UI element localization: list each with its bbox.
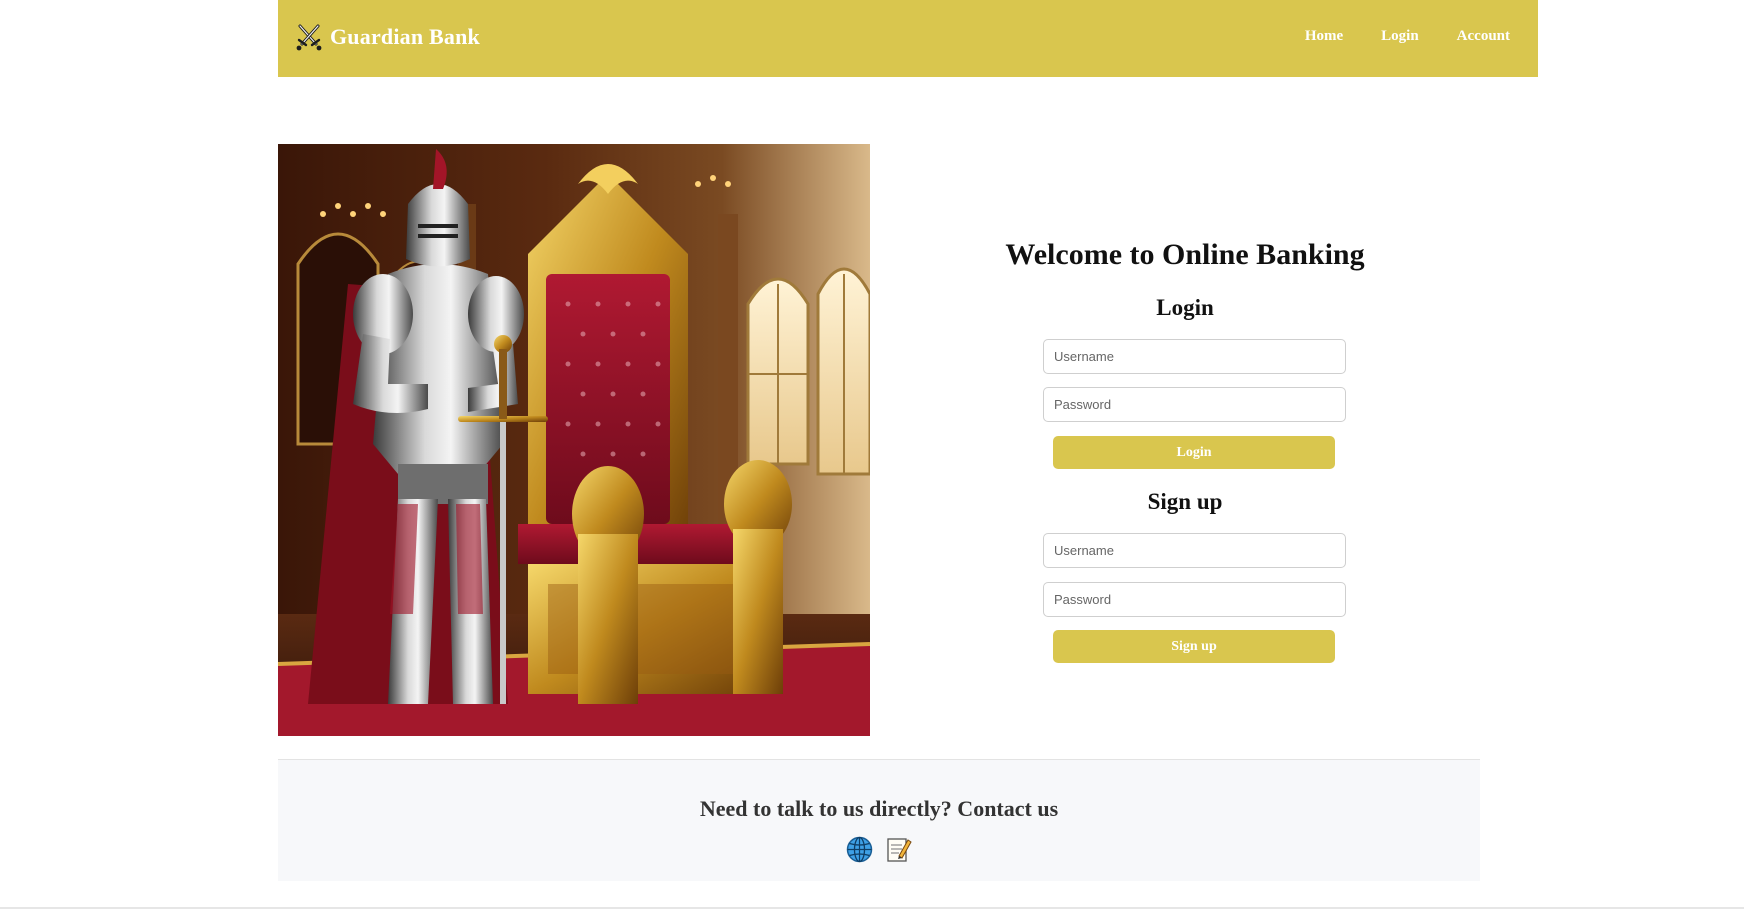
memo-icon[interactable] [885,836,912,863]
signup-password-input[interactable] [1043,582,1346,617]
globe-icon[interactable] [846,836,873,863]
contact-footer: Need to talk to us directly? Contact us [278,759,1480,881]
nav-login-link[interactable]: Login [1381,28,1419,45]
signup-button[interactable]: Sign up [1053,630,1335,663]
main-nav: Home Login Account [1305,28,1510,45]
contact-icons [278,836,1480,863]
login-username-input[interactable] [1043,339,1346,374]
signup-heading: Sign up [1147,489,1223,514]
crossed-swords-icon [294,22,324,52]
nav-home-link[interactable]: Home [1305,28,1343,45]
login-heading: Login [1156,295,1214,320]
login-password-input[interactable] [1043,387,1346,422]
hero-image [278,144,870,736]
contact-title: Need to talk to us directly? Contact us [699,796,1059,821]
top-navbar: Guardian Bank Home Login Account [278,0,1538,77]
page-bottom-divider [0,907,1744,909]
page-title: Welcome to Online Banking [1005,238,1365,271]
signup-username-input[interactable] [1043,533,1346,568]
nav-account-link[interactable]: Account [1457,28,1510,45]
brand-name: Guardian Bank [330,24,480,49]
brand[interactable]: Guardian Bank [294,22,480,52]
knight-throne-illustration [278,144,870,736]
login-button[interactable]: Login [1053,436,1335,469]
